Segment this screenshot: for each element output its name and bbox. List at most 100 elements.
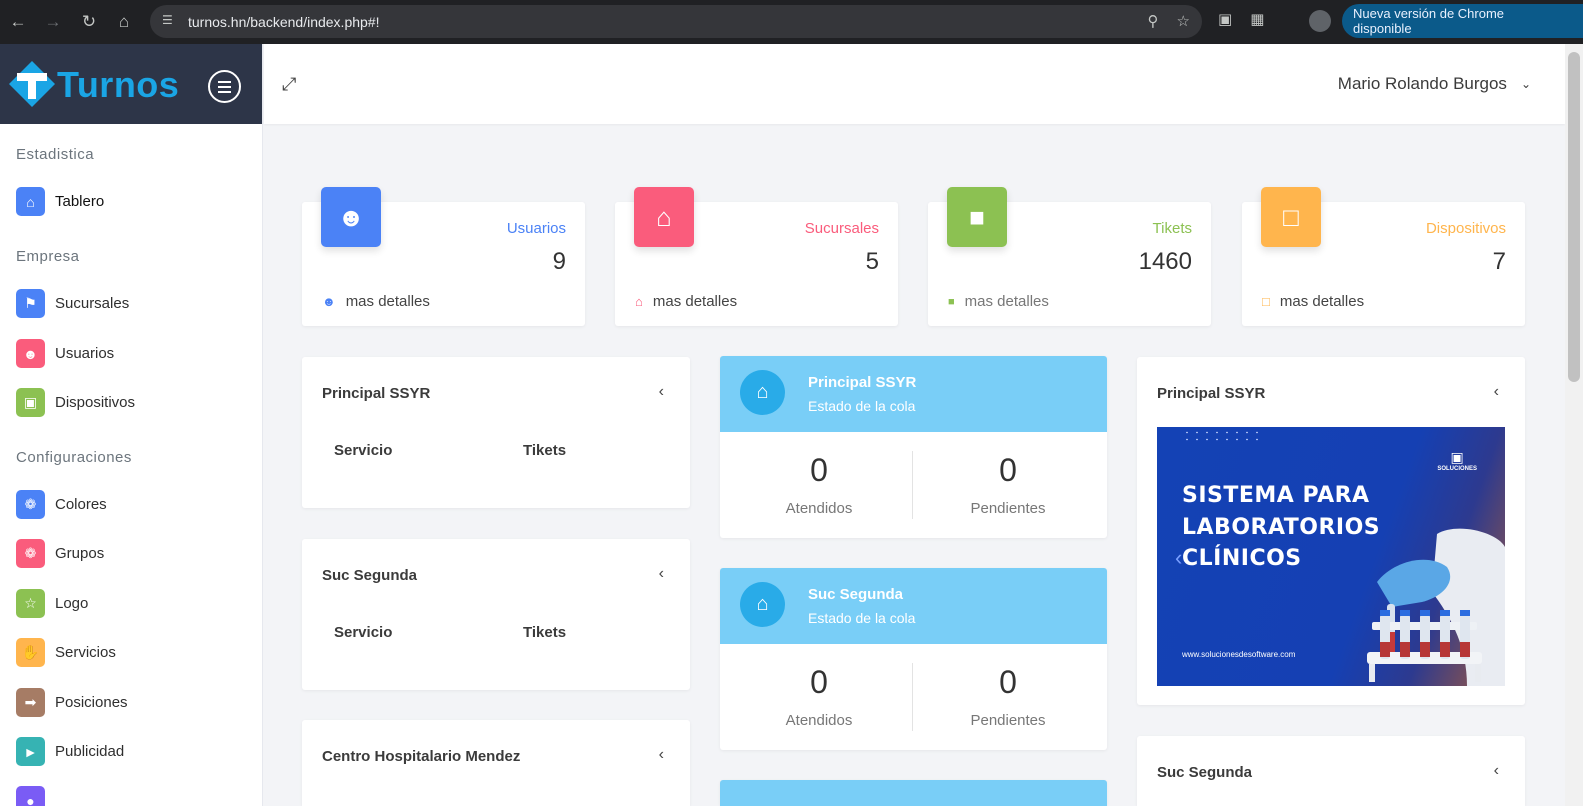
section-title-configuraciones: Configuraciones [16,449,132,466]
ticket-icon: ■ [947,187,1007,247]
browser-toolbar: ← → ↻ ⌂ ☰ turnos.hn/backend/index.php#! … [0,0,1583,44]
ad-panel-principal: Principal SSYR ‹ ▣ SOLUCIONES SISTEMA PAR… [1137,357,1525,705]
queue-card-suc-segunda: ⌂ Suc Segunda Estado de la cola 0 Atendi… [720,568,1107,750]
section-title-empresa: Empresa [16,248,80,265]
ad-logo-text: SOLUCIONES [1437,466,1477,472]
page-scrollbar[interactable] [1565,44,1583,806]
user-menu[interactable]: Mario Rolando Burgos ⌄ [1338,74,1531,94]
queue-subtitle: Estado de la cola [808,398,916,414]
sidebar-item-sucursales[interactable]: ⚑ Sucursales [16,289,129,318]
scroll-thumb[interactable] [1568,52,1580,382]
queue-name: Suc Segunda [808,586,904,603]
service-panel-principal: Principal SSYR ‹ Servicio Tikets [302,357,690,508]
stat-value: 9 [552,248,566,275]
chrome-update-button[interactable]: Nueva versión de Chrome disponible [1342,4,1583,38]
pending-label: Pendientes [970,500,1046,517]
sidebar-item-grupos[interactable]: ❁ Grupos [16,539,104,568]
extension-icon[interactable]: ▣ [1218,10,1232,28]
star-icon: ☆ [16,589,45,618]
pending-count: 0 [999,664,1017,700]
sidebar-item-label: Tablero [55,193,105,210]
stat-label: Sucursales [804,220,879,237]
stat-details-link[interactable]: ■ mas detalles [948,293,1049,310]
stat-footer-text: mas detalles [652,293,738,310]
queue-card-principal: ⌂ Principal SSYR Estado de la cola 0 Ate… [720,356,1107,538]
site-settings-icon[interactable]: ☰ [162,13,178,29]
top-header: ⤢ Mario Rolando Burgos ⌄ [264,44,1565,124]
palette-icon: ❁ [16,490,45,519]
sidebar-item-label: Dispositivos [55,394,136,411]
sidebar-item-partial[interactable]: ● [16,786,45,806]
sidebar-item-logo[interactable]: ☆ Logo [16,589,88,618]
key-icon[interactable]: ⚲ [1148,12,1159,30]
home-icon: ⌂ [635,294,643,309]
stat-value: 7 [1492,248,1506,275]
chevron-left-icon: ‹ [1175,545,1183,570]
chevron-left-icon[interactable]: ‹ [659,746,664,764]
chevron-down-icon: ⌄ [1520,77,1531,91]
ad-logo: ▣ SOLUCIONES [1437,449,1477,472]
address-bar[interactable]: ☰ turnos.hn/backend/index.php#! ⚲ ☆ [150,5,1202,38]
chevron-left-icon[interactable]: ‹ [659,565,664,583]
sidebar-item-posiciones[interactable]: ➡ Posiciones [16,688,128,717]
logo-icon [9,61,55,107]
megaphone-icon: ► [16,737,45,766]
pending-label: Pendientes [970,712,1046,729]
users-icon: ☻ [322,294,336,309]
decorative-dots [1182,429,1262,443]
sidebar-item-tablero[interactable]: ⌂ Tablero [16,187,104,216]
menu-toggle-button[interactable] [208,70,241,103]
fullscreen-icon[interactable]: ⤢ [282,74,296,95]
panel-title: Suc Segunda [1157,764,1253,781]
chevron-left-icon[interactable]: ‹ [1494,383,1499,401]
reload-icon[interactable]: ↻ [71,4,107,40]
stat-details-link[interactable]: ⌂ mas detalles [635,293,737,310]
profile-avatar[interactable] [1309,10,1331,32]
panel-title: Principal SSYR [1157,385,1266,402]
sidebar-item-label: Colores [55,496,107,513]
brand-header: Turnos [0,44,262,124]
stat-value: 5 [865,248,879,275]
column-header-tikets: Tikets [523,624,567,641]
sign-icon: ⚑ [16,289,45,318]
stat-details-link[interactable]: □ mas detalles [1262,293,1364,310]
sidebar-item-label: Posiciones [55,694,128,711]
stat-value: 1460 [1138,248,1192,275]
stat-card-tikets[interactable]: ■ Tikets 1460 ■ mas detalles [928,187,1211,326]
hand-icon: ✋ [16,638,45,667]
sidebar-item-servicios[interactable]: ✋ Servicios [16,638,116,667]
stat-details-link[interactable]: ☻ mas detalles [322,293,430,310]
back-icon[interactable]: ← [0,4,36,40]
column-header-servicio: Servicio [334,624,393,641]
attended-label: Atendidos [785,712,853,729]
monitor-icon: □ [1262,294,1270,309]
section-title-estadistica: Estadistica [16,146,95,163]
chevron-left-icon[interactable]: ‹ [659,383,664,401]
sidebar-item-label: Logo [55,595,89,612]
panel-title: Principal SSYR [322,385,431,402]
stat-label: Dispositivos [1425,220,1506,237]
stat-card-usuarios[interactable]: ☻ Usuarios 9 ☻ mas detalles [302,187,585,326]
stat-card-sucursales[interactable]: ⌂ Sucursales 5 ⌂ mas detalles [615,187,898,326]
bookmark-star-icon[interactable]: ☆ [1177,12,1190,30]
home-icon[interactable]: ⌂ [106,4,142,40]
sidebar-item-colores[interactable]: ❁ Colores [16,490,107,519]
sidebar-item-dispositivos[interactable]: ▣ Dispositivos [16,388,135,417]
brand-name: Turnos [57,64,180,105]
sidebar-item-usuarios[interactable]: ☻ Usuarios [16,339,114,368]
attended-label: Atendidos [785,500,853,517]
ad-url: www.solucionesdesoftware.com [1182,650,1296,659]
attended-count: 0 [810,452,828,488]
tablet-icon: ▣ [16,388,45,417]
user-icon: ☻ [16,339,45,368]
ad-panel-suc-segunda: Suc Segunda ‹ [1137,736,1525,806]
puzzle-icon[interactable]: ▦ [1250,10,1264,28]
chevron-left-icon[interactable]: ‹ [1494,762,1499,780]
ad-headline-1: SISTEMA PARA [1182,483,1370,508]
sidebar-item-publicidad[interactable]: ► Publicidad [16,737,124,766]
stat-label: Tikets [1152,220,1192,237]
stat-footer-text: mas detalles [1279,293,1365,310]
sidebar: Turnos Estadistica ⌂ Tablero Empresa ⚑ S… [0,44,263,806]
forward-icon[interactable]: → [35,4,71,40]
stat-card-dispositivos[interactable]: □ Dispositivos 7 □ mas detalles [1242,187,1525,326]
